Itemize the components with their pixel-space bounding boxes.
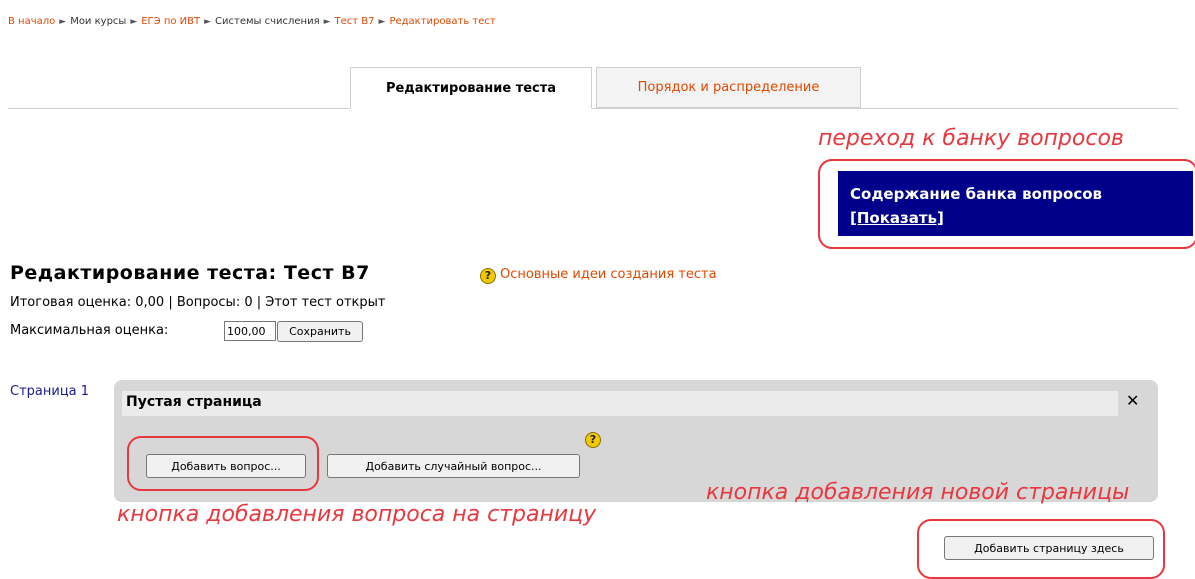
annotation-ring-add-question <box>127 436 319 491</box>
breadcrumb: В начало ► Мои курсы ► ЕГЭ по ИВТ ► Системы сч… <box>8 16 496 27</box>
tab-divider <box>8 108 1178 109</box>
page-title: Редактирование теста: Тест В7 <box>10 262 370 284</box>
breadcrumb-section: Системы счисления <box>215 16 320 27</box>
breadcrumb-home[interactable]: В начало <box>8 16 55 27</box>
breadcrumb-edit-quiz[interactable]: Редактировать тест <box>389 16 495 27</box>
breadcrumb-quiz[interactable]: Тест В7 <box>335 16 375 27</box>
breadcrumb-separator: ► <box>59 17 67 27</box>
max-grade-label: Максимальная оценка: <box>10 323 169 338</box>
annotation-ring-new-page <box>917 519 1165 579</box>
tab-order-paging[interactable]: Порядок и распределение <box>596 67 861 108</box>
page-label: Страница 1 <box>10 384 90 399</box>
annotation-add-question: кнопка добавления вопроса на страницу <box>117 502 597 527</box>
add-random-question-button[interactable]: Добавить случайный вопрос... <box>327 454 580 478</box>
annotation-question-bank: переход к банку вопросов <box>818 126 1124 151</box>
question-bank-show-link[interactable]: [Показать] <box>850 209 1181 227</box>
breadcrumb-separator: ► <box>323 17 331 27</box>
quiz-summary: Итоговая оценка: 0,00 | Вопросы: 0 | Это… <box>10 295 386 310</box>
help-link[interactable]: Основные идеи создания теста <box>500 267 717 282</box>
max-grade-input[interactable] <box>224 321 276 341</box>
save-button[interactable]: Сохранить <box>277 321 363 342</box>
breadcrumb-course[interactable]: ЕГЭ по ИВТ <box>141 16 200 27</box>
page-header: Пустая страница <box>122 391 1118 416</box>
breadcrumb-separator: ► <box>130 17 138 27</box>
breadcrumb-my-courses: Мои курсы <box>70 16 127 27</box>
breadcrumb-separator: ► <box>378 17 386 27</box>
tab-edit-quiz[interactable]: Редактирование теста <box>350 67 592 109</box>
help-icon[interactable]: ? <box>585 432 601 448</box>
question-bank-panel: Содержание банка вопросов [Показать] <box>838 171 1193 236</box>
help-icon[interactable]: ? <box>480 268 496 284</box>
question-bank-title: Содержание банка вопросов <box>850 185 1103 203</box>
close-icon[interactable]: ✕ <box>1126 391 1139 410</box>
breadcrumb-separator: ► <box>204 17 212 27</box>
annotation-new-page: кнопка добавления новой страницы <box>706 480 1130 505</box>
